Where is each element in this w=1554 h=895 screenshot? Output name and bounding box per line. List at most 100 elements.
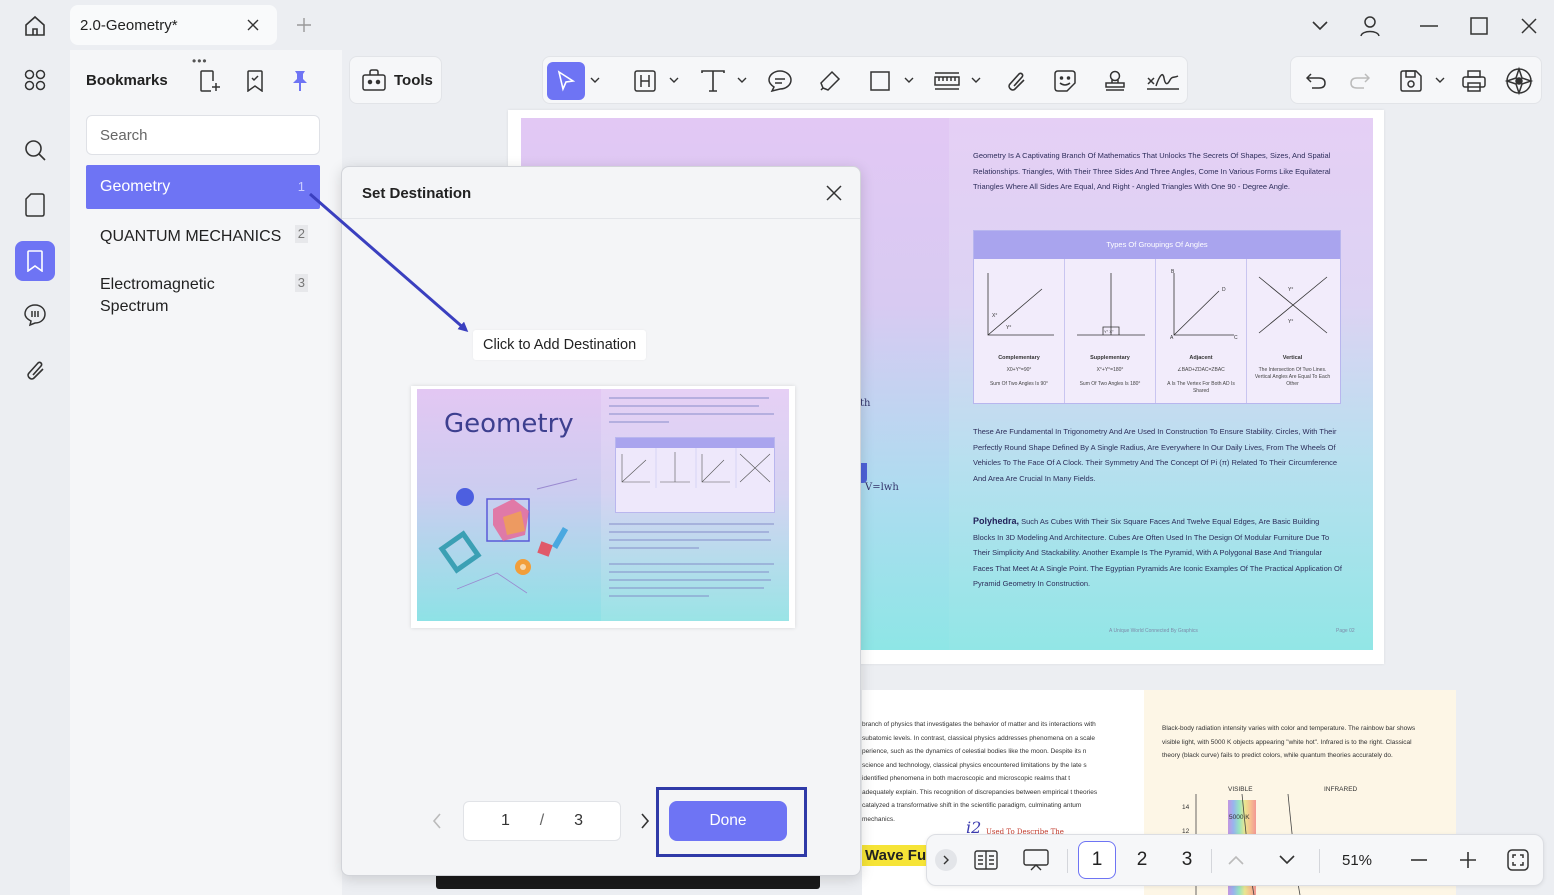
divider (1211, 849, 1212, 873)
page-button-2[interactable]: 2 (1123, 841, 1161, 879)
pin-icon[interactable] (287, 68, 313, 94)
svg-text:A: A (1170, 335, 1174, 339)
select-cursor-icon[interactable] (547, 62, 585, 100)
thumbnails-icon[interactable] (15, 60, 55, 100)
chevron-down-icon[interactable] (1434, 74, 1446, 86)
bookmark-panel-icon[interactable] (15, 241, 55, 281)
preview-text-line (609, 397, 769, 399)
zoom-out-icon[interactable] (1402, 841, 1436, 879)
angle-name: Vertical (1282, 355, 1303, 361)
print-icon[interactable] (1455, 62, 1493, 100)
document-tab-title: 2.0-Geometry* (80, 16, 178, 34)
pages-icon[interactable] (15, 185, 55, 225)
presentation-icon[interactable] (1017, 841, 1055, 879)
bookmark-item-geometry[interactable]: Geometry 1 (86, 165, 320, 209)
next-page-arrow-icon[interactable] (635, 811, 655, 831)
close-icon[interactable] (822, 181, 846, 205)
angle-formula: X0+Y°=90° (1006, 367, 1032, 373)
preview-text-line (609, 587, 764, 589)
preview-text-line (609, 523, 774, 525)
preview-text-line (609, 531, 769, 533)
fit-page-icon[interactable] (1501, 841, 1535, 879)
home-icon[interactable] (16, 10, 54, 42)
attachment-icon[interactable] (15, 350, 55, 390)
close-window-icon[interactable] (1515, 12, 1543, 40)
text-icon[interactable] (694, 62, 732, 100)
svg-text:Y°: Y° (1006, 325, 1011, 331)
search-icon[interactable] (15, 130, 55, 170)
add-bookmark-icon[interactable] (197, 68, 223, 94)
bookmark-label: Geometry (100, 178, 171, 195)
previous-page-arrow-icon[interactable] (427, 811, 447, 831)
comments-icon[interactable] (15, 295, 55, 335)
attach-file-icon[interactable] (997, 62, 1035, 100)
angle-formula: X°+Y°=180° (1096, 367, 1124, 373)
zoom-level[interactable]: 51% (1329, 841, 1385, 879)
page-footer-left: A Unique World Connected By Graphics (1109, 628, 1198, 634)
page-1-right-column: Geometry Is A Captivating Branch Of Math… (949, 118, 1373, 650)
svg-text:D: D (1222, 287, 1226, 293)
close-tab-icon[interactable] (243, 15, 263, 35)
divider (1319, 849, 1320, 873)
ai-assistant-icon[interactable] (1500, 62, 1538, 100)
save-icon[interactable] (1392, 62, 1430, 100)
preview-text-line (609, 579, 771, 581)
angle-cell-adjacent: A B D C Adjacent ∠BAD+ZDAC=ZBAC A Is The Ve… (1156, 259, 1247, 403)
pencil-icon[interactable] (811, 62, 849, 100)
bookmark-page-number: 1 (297, 179, 305, 194)
preview-title: Geometry (444, 409, 574, 439)
chevron-down-icon[interactable] (903, 74, 915, 86)
stamp-icon[interactable] (1096, 62, 1134, 100)
reading-mode-icon[interactable] (967, 841, 1005, 879)
bookmark-item-quantum-mechanics[interactable]: QUANTUM MECHANICS 2 (86, 225, 320, 249)
document-tab[interactable]: 2.0-Geometry* (70, 5, 277, 45)
redo-icon[interactable] (1341, 62, 1379, 100)
expand-chevron-icon[interactable] (935, 849, 957, 871)
destination-preview[interactable]: Geometry (411, 386, 795, 628)
minimize-icon[interactable] (1415, 12, 1443, 40)
zoom-in-icon[interactable] (1451, 841, 1485, 879)
add-destination-tooltip: Click to Add Destination (473, 330, 647, 360)
measure-icon[interactable] (928, 62, 966, 100)
svg-text:B: B (1171, 269, 1175, 275)
new-tab-icon[interactable] (292, 13, 316, 37)
angle-name: Supplementary (1090, 355, 1130, 361)
angle-description: A Is The Vertex For Both AD Is Shared (1167, 381, 1235, 394)
page-navigation-bar: 1 2 3 51% (926, 834, 1544, 886)
chevron-down-icon[interactable] (970, 74, 982, 86)
sticker-icon[interactable] (1046, 62, 1084, 100)
page-button-1[interactable]: 1 (1078, 841, 1116, 879)
page-separator: / (539, 812, 545, 829)
highlight-icon[interactable] (626, 62, 664, 100)
dialog-page-selector[interactable]: 1 / 3 (463, 801, 621, 841)
angle-name: Adjacent (1189, 355, 1213, 361)
chevron-down-icon[interactable] (668, 74, 680, 86)
infrared-label: INFRARED (1324, 786, 1358, 793)
signature-icon[interactable] (1144, 62, 1182, 100)
title-bar: 2.0-Geometry* (0, 0, 1554, 50)
rectangle-icon[interactable] (861, 62, 899, 100)
preview-text-line (609, 405, 759, 407)
bookmark-settings-icon[interactable] (242, 68, 268, 94)
comment-icon[interactable] (761, 62, 799, 100)
chevron-down-icon[interactable] (589, 74, 601, 86)
bookmark-item-electromagnetic-spectrum[interactable]: Electromagnetic Spectrum 3 (86, 274, 320, 318)
drag-handle-icon[interactable]: ••• (192, 54, 208, 68)
page-button-3[interactable]: 3 (1168, 841, 1206, 879)
chevron-down-icon[interactable] (1306, 12, 1334, 40)
maximize-icon[interactable] (1465, 12, 1493, 40)
previous-page-icon[interactable] (1219, 841, 1253, 879)
done-button[interactable]: Done (669, 801, 787, 841)
polyhedra-text: Such As Cubes With Their Six Square Face… (973, 517, 1342, 588)
next-page-icon[interactable] (1270, 841, 1304, 879)
y-tick-14: 14 (1182, 804, 1190, 811)
page-footer-right: Page 02 (1336, 628, 1355, 634)
bookmark-label: Electromagnetic (100, 276, 215, 293)
bookmark-search-input[interactable] (86, 115, 320, 155)
visible-label: VISIBLE (1228, 786, 1253, 793)
chevron-down-icon[interactable] (736, 74, 748, 86)
current-page[interactable]: 1 (501, 812, 510, 830)
tools-button[interactable]: Tools (349, 56, 442, 104)
undo-icon[interactable] (1297, 62, 1335, 100)
account-icon[interactable] (1356, 12, 1384, 40)
